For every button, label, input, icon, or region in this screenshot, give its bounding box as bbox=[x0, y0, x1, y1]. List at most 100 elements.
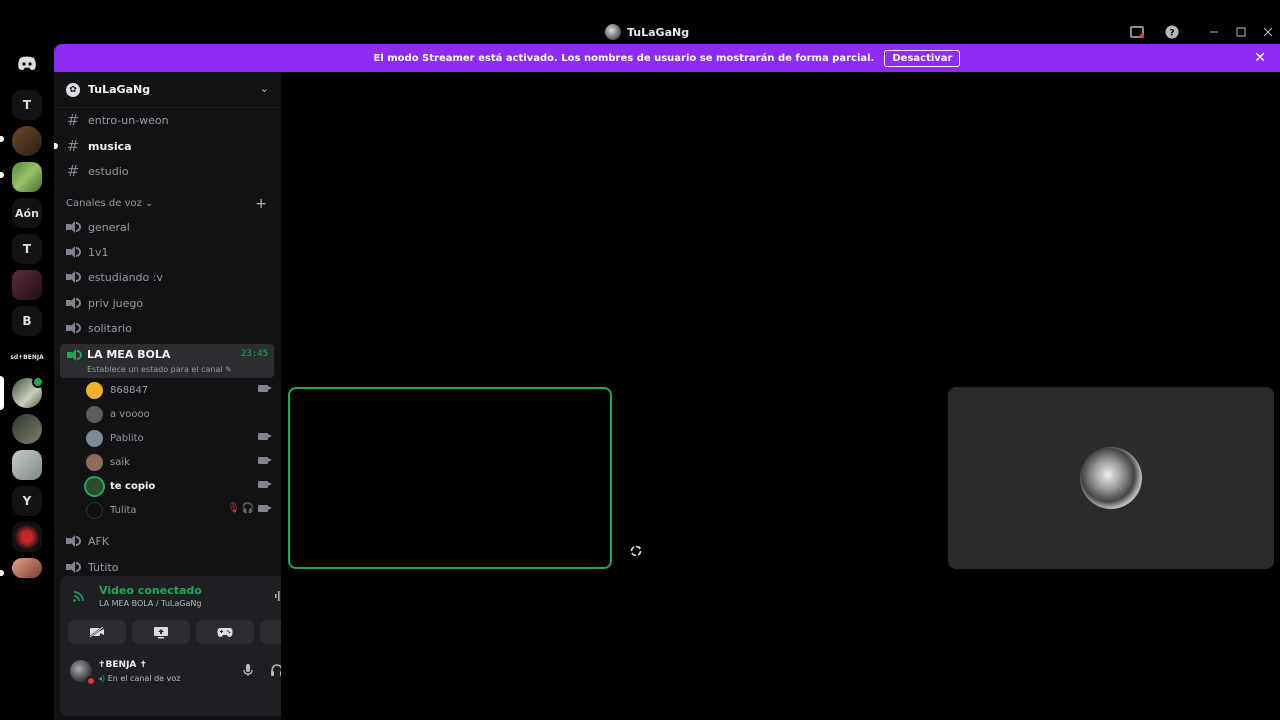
text-channel[interactable]: # estudio bbox=[60, 159, 274, 183]
voice-channel[interactable]: estudiando :v bbox=[60, 265, 274, 289]
camera-icon bbox=[258, 457, 272, 464]
video-stage bbox=[281, 72, 1280, 720]
voice-user[interactable]: Tulita 🎙 🎧 bbox=[86, 499, 274, 521]
server-icon[interactable]: T bbox=[12, 234, 42, 264]
avatar bbox=[86, 453, 103, 471]
pencil-icon: ✎ bbox=[225, 365, 232, 374]
server-icon[interactable] bbox=[12, 558, 42, 578]
avatar bbox=[86, 405, 103, 423]
voice-user[interactable]: saik bbox=[86, 451, 274, 473]
hash-icon: # bbox=[66, 137, 80, 155]
selected-pill bbox=[0, 376, 4, 410]
help-icon[interactable]: ? bbox=[1164, 24, 1180, 40]
speaker-icon bbox=[66, 561, 81, 573]
video-tile-local[interactable] bbox=[288, 387, 612, 569]
server-icon[interactable]: B bbox=[12, 306, 42, 336]
close-icon[interactable]: ✕ bbox=[1254, 50, 1266, 66]
server-icon[interactable]: Y bbox=[12, 486, 42, 516]
user-name: Pablito bbox=[110, 432, 144, 444]
server-icon[interactable] bbox=[12, 162, 42, 192]
server-icon[interactable] bbox=[12, 270, 42, 300]
server-icon[interactable] bbox=[12, 414, 42, 444]
user-name: 868847 bbox=[110, 384, 149, 396]
server-icon[interactable] bbox=[12, 126, 42, 156]
video-tile-remote[interactable] bbox=[948, 387, 1274, 569]
channel-name: Tutito bbox=[88, 560, 119, 574]
hash-icon: # bbox=[66, 111, 80, 129]
call-timer: 23:45 bbox=[240, 349, 268, 359]
camera-off-button[interactable] bbox=[68, 620, 126, 644]
channel-name: estudio bbox=[88, 164, 129, 178]
channel-name: priv juego bbox=[88, 296, 144, 310]
server-icon[interactable]: T bbox=[12, 90, 42, 120]
guild-avatar-icon bbox=[605, 24, 621, 40]
voice-channel[interactable]: solitario bbox=[60, 316, 274, 340]
speaker-icon bbox=[66, 271, 81, 283]
voice-channel[interactable]: AFK bbox=[60, 529, 274, 553]
voice-channel[interactable]: general bbox=[60, 215, 274, 239]
camera-icon bbox=[258, 481, 272, 488]
banner-message: El modo Streamer está activado. Los nomb… bbox=[373, 52, 875, 64]
camera-icon bbox=[258, 505, 272, 512]
user-name: a voooo bbox=[110, 408, 150, 420]
swap-icon[interactable] bbox=[630, 545, 642, 560]
guild-name: TuLaGaNg bbox=[88, 83, 151, 96]
voice-channel[interactable]: priv juego bbox=[60, 291, 274, 315]
channel-name: general bbox=[88, 220, 130, 234]
server-rail: T Aón T B sd✝BENJA Y bbox=[0, 44, 54, 720]
user-name: ✝BENJA ✝ bbox=[98, 660, 148, 670]
streamer-mode-banner: El modo Streamer está activado. Los nomb… bbox=[54, 44, 1280, 72]
voice-user[interactable]: te copio bbox=[86, 475, 274, 497]
window-title-group: TuLaGaNg bbox=[605, 24, 689, 40]
activities-button[interactable] bbox=[196, 620, 254, 644]
channel-name: AFK bbox=[88, 534, 110, 548]
channel-name: entro-un-weon bbox=[88, 113, 169, 127]
category-label: Canales de voz bbox=[66, 198, 142, 209]
user-name: te copio bbox=[110, 480, 156, 492]
connection-channel-path: LA MEA BOLA / TuLaGaNg bbox=[99, 599, 202, 608]
channel-name: musica bbox=[88, 139, 132, 153]
unread-pill bbox=[0, 172, 4, 178]
screen-share-button[interactable] bbox=[132, 620, 190, 644]
signal-icon[interactable] bbox=[72, 589, 86, 607]
deactivate-button[interactable]: Desactivar bbox=[884, 49, 961, 67]
current-server-icon[interactable] bbox=[12, 376, 44, 408]
text-channel[interactable]: # entro-un-weon bbox=[60, 108, 274, 132]
hash-icon: # bbox=[66, 162, 80, 180]
status-hint-text: Establece un estado para el canal bbox=[87, 365, 223, 374]
add-channel-icon[interactable]: + bbox=[255, 196, 267, 212]
active-voice-channel[interactable]: LA MEA BOLA 23:45 Establece un estado pa… bbox=[60, 344, 274, 378]
channel-name: 1v1 bbox=[88, 245, 109, 259]
mic-muted-icon: 🎙 bbox=[227, 503, 240, 514]
status-dnd-icon bbox=[86, 676, 96, 686]
discord-home-icon[interactable] bbox=[12, 48, 42, 78]
chevron-down-icon[interactable]: ⌄ bbox=[260, 82, 269, 95]
headphones-muted-icon: 🎧 bbox=[241, 503, 254, 514]
voice-category-label[interactable]: Canales de voz ⌄ bbox=[66, 198, 153, 209]
voice-user[interactable]: a voooo bbox=[86, 403, 274, 425]
server-icon[interactable] bbox=[12, 522, 42, 552]
channel-status-hint[interactable]: Establece un estado para el canal ✎ bbox=[87, 365, 232, 374]
participant-avatar bbox=[1080, 447, 1142, 509]
voice-channel[interactable]: 1v1 bbox=[60, 240, 274, 264]
voice-user[interactable]: 868847 bbox=[86, 379, 274, 401]
server-icon[interactable]: Aón bbox=[12, 198, 42, 228]
channel-name: solitario bbox=[88, 321, 132, 335]
minimize-icon[interactable] bbox=[1206, 24, 1222, 40]
speaker-icon bbox=[66, 322, 81, 334]
microphone-icon[interactable] bbox=[242, 663, 254, 681]
inbox-icon[interactable] bbox=[1129, 24, 1145, 40]
speaker-icon: ◂) bbox=[98, 674, 106, 683]
channel-name: estudiando :v bbox=[88, 270, 163, 284]
server-icon[interactable]: sd✝BENJA bbox=[10, 342, 44, 372]
channel-name: LA MEA BOLA bbox=[87, 348, 171, 361]
unread-pill bbox=[0, 570, 4, 576]
text-channel[interactable]: # musica bbox=[54, 134, 274, 158]
camera-icon bbox=[258, 385, 272, 392]
connection-status[interactable]: Video conectado bbox=[99, 584, 202, 597]
guild-header[interactable]: ✿ TuLaGaNg ⌄ bbox=[54, 72, 281, 108]
maximize-icon[interactable] bbox=[1233, 24, 1249, 40]
server-icon[interactable] bbox=[12, 450, 42, 480]
close-window-icon[interactable] bbox=[1260, 24, 1276, 40]
voice-user[interactable]: Pablito bbox=[86, 427, 274, 449]
